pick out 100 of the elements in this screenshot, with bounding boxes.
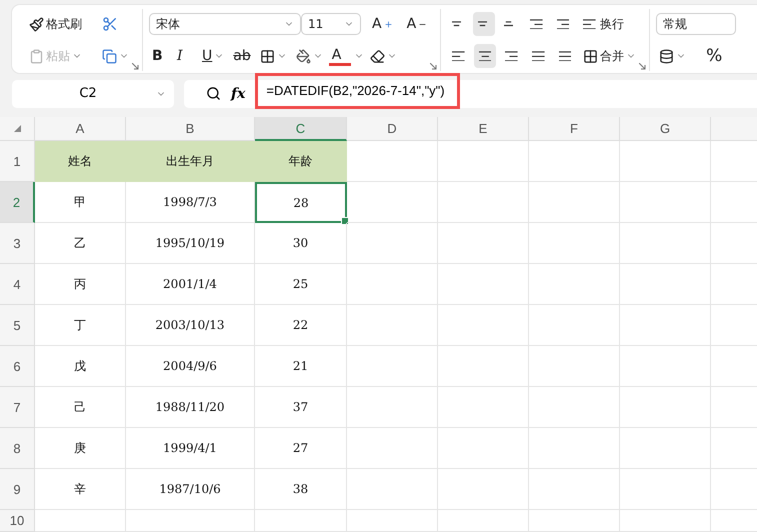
empty-cell[interactable] (620, 428, 711, 469)
empty-cell[interactable] (620, 469, 711, 510)
empty-cell[interactable] (438, 387, 529, 428)
table-cell[interactable]: 1995/10/19 (126, 223, 255, 264)
empty-cell[interactable] (126, 510, 255, 532)
empty-cell[interactable] (529, 182, 620, 223)
empty-cell[interactable] (347, 346, 438, 387)
empty-cell[interactable] (438, 264, 529, 305)
table-cell[interactable]: 1998/7/3 (126, 182, 255, 223)
table-cell[interactable]: 乙 (35, 223, 126, 264)
row-header[interactable]: 8 (0, 428, 35, 469)
empty-cell[interactable] (529, 141, 620, 182)
table-cell[interactable]: 戊 (35, 346, 126, 387)
select-all-button[interactable] (0, 117, 35, 141)
empty-cell[interactable] (255, 510, 347, 532)
column-header[interactable] (711, 117, 757, 141)
empty-cell[interactable] (347, 264, 438, 305)
percent-button[interactable]: % (703, 44, 726, 68)
empty-cell[interactable] (529, 346, 620, 387)
bold-button[interactable]: B (149, 44, 171, 68)
table-cell[interactable]: 出生年月 (126, 141, 255, 182)
font-color-button[interactable]: A (328, 46, 351, 66)
table-cell[interactable]: 37 (255, 387, 347, 428)
row-header[interactable]: 7 (0, 387, 35, 428)
empty-cell[interactable] (529, 223, 620, 264)
table-cell[interactable]: 25 (255, 264, 347, 305)
increase-font-button[interactable]: A (369, 12, 396, 36)
row-header[interactable]: 4 (0, 264, 35, 305)
empty-cell[interactable] (438, 469, 529, 510)
empty-cell[interactable] (620, 264, 711, 305)
empty-cell[interactable] (620, 182, 711, 223)
empty-cell[interactable] (529, 510, 620, 532)
empty-cell[interactable] (347, 182, 438, 223)
dialog-launcher-icon[interactable] (639, 63, 646, 70)
formula-field[interactable]: =DATEDIF(B2,"2026-7-14","y") (255, 72, 460, 109)
table-cell[interactable]: 27 (255, 428, 347, 469)
strike-button[interactable]: ab (230, 44, 254, 68)
format-painter-button[interactable]: 格式刷 (26, 12, 85, 36)
row-header[interactable]: 9 (0, 469, 35, 510)
table-cell[interactable]: 己 (35, 387, 126, 428)
column-header[interactable]: C (255, 117, 347, 141)
table-cell[interactable]: 30 (255, 223, 347, 264)
empty-cell[interactable] (529, 428, 620, 469)
column-header[interactable]: F (529, 117, 620, 141)
wrap-text-button[interactable]: 换行 (578, 12, 627, 36)
empty-cell[interactable] (347, 387, 438, 428)
empty-cell[interactable] (620, 305, 711, 346)
table-cell[interactable]: 甲 (35, 182, 126, 223)
table-cell[interactable]: 丁 (35, 305, 126, 346)
empty-cell[interactable] (620, 223, 711, 264)
empty-cell[interactable] (438, 305, 529, 346)
font-name-dropdown[interactable]: 宋体 (149, 13, 301, 35)
underline-button[interactable]: U (199, 44, 228, 68)
empty-cell[interactable] (347, 305, 438, 346)
empty-cell[interactable] (347, 469, 438, 510)
empty-cell[interactable] (529, 264, 620, 305)
column-header[interactable]: A (35, 117, 126, 141)
empty-cell[interactable] (620, 387, 711, 428)
table-cell[interactable]: 年龄 (255, 141, 347, 182)
table-cell[interactable]: 庚 (35, 428, 126, 469)
dialog-launcher-icon[interactable] (132, 63, 139, 70)
empty-cell[interactable] (620, 141, 711, 182)
empty-cell[interactable] (529, 387, 620, 428)
align-middle-button[interactable] (473, 12, 496, 36)
active-cell[interactable]: 28 (255, 182, 347, 223)
empty-cell[interactable] (347, 223, 438, 264)
column-header[interactable]: E (438, 117, 529, 141)
empty-cell[interactable] (620, 346, 711, 387)
empty-cell[interactable] (620, 510, 711, 532)
table-cell[interactable]: 2004/9/6 (126, 346, 255, 387)
column-header[interactable]: B (126, 117, 255, 141)
empty-cell[interactable] (347, 428, 438, 469)
empty-cell[interactable] (529, 305, 620, 346)
table-cell[interactable]: 丙 (35, 264, 126, 305)
table-cell[interactable]: 1987/10/6 (126, 469, 255, 510)
function-button[interactable]: fx (231, 86, 246, 102)
row-header[interactable]: 2 (0, 182, 35, 223)
table-cell[interactable]: 1988/11/20 (126, 387, 255, 428)
merge-button[interactable]: 合并 (580, 44, 640, 68)
zoom-icon[interactable] (206, 86, 221, 102)
table-cell[interactable]: 姓名 (35, 141, 126, 182)
number-format-dropdown[interactable]: 常规 (656, 13, 736, 35)
empty-cell[interactable] (438, 223, 529, 264)
row-header[interactable]: 5 (0, 305, 35, 346)
row-header[interactable]: 1 (0, 141, 35, 182)
table-cell[interactable]: 1999/4/1 (126, 428, 255, 469)
empty-cell[interactable] (438, 141, 529, 182)
empty-cell[interactable] (438, 510, 529, 532)
row-header[interactable]: 10 (0, 510, 35, 532)
decrease-font-button[interactable]: A (404, 12, 430, 36)
empty-cell[interactable] (347, 510, 438, 532)
font-size-dropdown[interactable]: 11 (301, 13, 361, 35)
empty-cell[interactable] (438, 182, 529, 223)
table-cell[interactable]: 38 (255, 469, 347, 510)
cell-reference-box[interactable]: C2 (12, 80, 174, 108)
column-header[interactable]: D (347, 117, 438, 141)
table-cell[interactable]: 辛 (35, 469, 126, 510)
column-header[interactable]: G (620, 117, 711, 141)
dialog-launcher-icon[interactable] (430, 63, 438, 70)
align-center-button[interactable] (474, 44, 496, 68)
